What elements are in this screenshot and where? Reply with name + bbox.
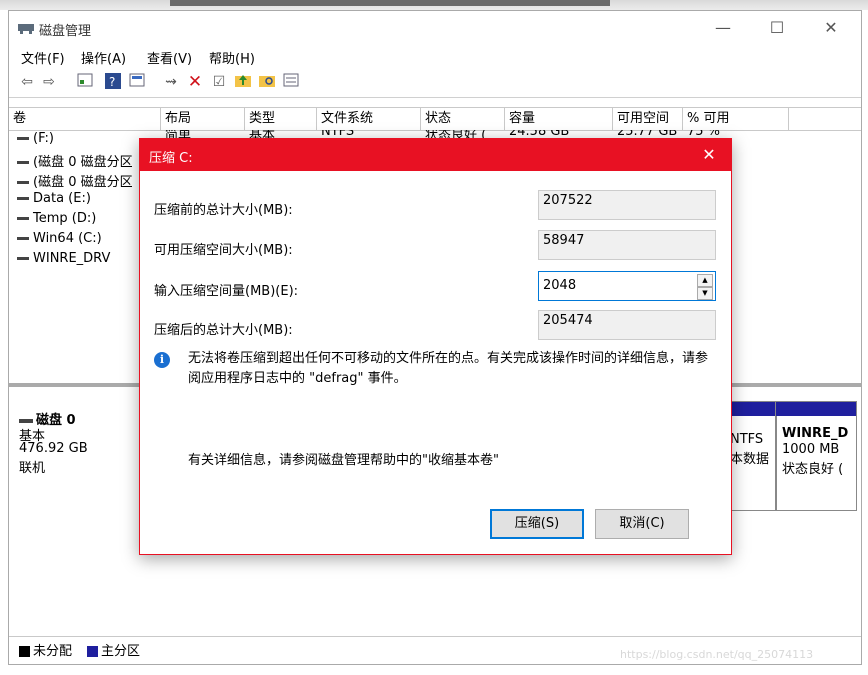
- input-label: 输入压缩空间量(MB)(E):: [154, 284, 299, 299]
- dialog-title: 压缩 C:: [149, 151, 193, 166]
- folder-up-icon[interactable]: [233, 73, 253, 91]
- dialog-close-button[interactable]: ✕: [697, 143, 721, 167]
- list-item[interactable]: Temp (D:): [9, 211, 139, 229]
- volume-icon: [17, 257, 29, 260]
- disk-info: 磁盘 0 基本 476.92 GB 联机: [9, 399, 139, 499]
- available-value: 58947: [538, 230, 716, 260]
- toolbar: ⇦ ⇨ ? ⇝ ✕ ☑: [9, 67, 861, 98]
- close-window-button[interactable]: ✕: [809, 15, 853, 41]
- volume-table-header: 卷 布局 类型 文件系统 状态 容量 可用空间 % 可用: [9, 107, 861, 131]
- legend-swatch: [19, 646, 30, 657]
- menu-action[interactable]: 操作(A): [81, 48, 126, 67]
- shrink-amount-field[interactable]: ▲ ▼: [538, 271, 716, 301]
- cancel-button[interactable]: 取消(C): [595, 509, 689, 539]
- legend-swatch: [87, 646, 98, 657]
- folder-search-icon[interactable]: [257, 73, 277, 91]
- volume-icon: [17, 217, 29, 220]
- total-before-value: 207522: [538, 190, 716, 220]
- disk-icon: [19, 418, 33, 423]
- list-item[interactable]: Win64 (C:): [9, 231, 139, 249]
- menu-file[interactable]: 文件(F): [21, 48, 65, 67]
- window-title: 磁盘管理: [39, 24, 92, 39]
- connect-icon[interactable]: ⇝: [161, 73, 181, 91]
- partition-bar: [728, 402, 776, 416]
- spin-up-icon[interactable]: ▲: [697, 274, 713, 287]
- delete-icon[interactable]: ✕: [185, 73, 205, 91]
- properties-icon[interactable]: [75, 73, 95, 91]
- view-icon[interactable]: [127, 73, 147, 91]
- total-before-label: 压缩前的总计大小(MB):: [154, 203, 293, 218]
- disk-status: 联机: [19, 461, 46, 476]
- partition-bar: [776, 402, 856, 416]
- volume-icon: [17, 137, 29, 140]
- list-item[interactable]: (磁盘 0 磁盘分区: [9, 151, 139, 169]
- col-filesystem[interactable]: 文件系统: [317, 108, 421, 130]
- col-free-space[interactable]: 可用空间: [613, 108, 683, 130]
- forward-arrow-icon[interactable]: ⇨: [39, 73, 59, 91]
- col-capacity[interactable]: 容量: [505, 108, 613, 130]
- help-icon[interactable]: ?: [103, 73, 123, 91]
- shrink-amount-input[interactable]: [539, 272, 697, 298]
- watermark: https://blog.csdn.net/qq_25074113: [620, 648, 814, 661]
- col-type[interactable]: 类型: [245, 108, 317, 130]
- available-label: 可用压缩空间大小(MB):: [154, 243, 293, 258]
- checklist-icon[interactable]: ☑: [209, 73, 229, 91]
- list-item[interactable]: (F:): [9, 131, 139, 149]
- menu-bar: 文件(F) 操作(A) 查看(V) 帮助(H): [9, 45, 861, 67]
- disk-management-icon: [18, 24, 34, 34]
- list-item[interactable]: WINRE_DRV: [9, 251, 139, 269]
- list-view-icon[interactable]: [281, 73, 301, 91]
- menu-view[interactable]: 查看(V): [147, 48, 192, 67]
- quantity-stepper[interactable]: ▲ ▼: [697, 274, 713, 300]
- total-after-value: 205474: [538, 310, 716, 340]
- menu-help[interactable]: 帮助(H): [209, 48, 255, 67]
- volume-icon: [17, 197, 29, 200]
- shrink-button[interactable]: 压缩(S): [490, 509, 584, 539]
- spin-down-icon[interactable]: ▼: [697, 287, 713, 300]
- total-after-label: 压缩后的总计大小(MB):: [154, 323, 293, 338]
- volume-icon: [17, 237, 29, 240]
- shrink-dialog: 压缩 C: ✕ 压缩前的总计大小(MB): 207522 可用压缩空间大小(MB…: [139, 138, 732, 555]
- volume-icon: [17, 161, 29, 164]
- background-strip: [0, 0, 868, 10]
- back-arrow-icon[interactable]: ⇦: [17, 73, 37, 91]
- info-text: 无法将卷压缩到超出任何不可移动的文件所在的点。有关完成该操作时间的详细信息，请参…: [188, 351, 709, 386]
- partition-winre[interactable]: WINRE_D 1000 MB 状态良好 (: [775, 401, 857, 511]
- disk-size: 476.92 GB: [19, 441, 88, 456]
- legend-unallocated: 未分配: [19, 640, 72, 659]
- partition-block[interactable]: NTFS 本数据: [727, 401, 777, 511]
- help-text: 有关详细信息，请参阅磁盘管理帮助中的"收缩基本卷": [188, 453, 499, 468]
- info-icon: i: [154, 352, 170, 368]
- col-percent-free[interactable]: % 可用: [683, 108, 789, 130]
- list-item[interactable]: Data (E:): [9, 191, 139, 209]
- col-layout[interactable]: 布局: [161, 108, 245, 130]
- minimize-button[interactable]: —: [701, 15, 745, 41]
- volume-icon: [17, 181, 29, 184]
- maximize-button[interactable]: ☐: [755, 15, 799, 41]
- col-status[interactable]: 状态: [421, 108, 505, 130]
- legend-primary: 主分区: [87, 640, 140, 659]
- svg-text:?: ?: [109, 75, 115, 89]
- dialog-title-bar: 压缩 C: ✕: [140, 139, 731, 171]
- list-item[interactable]: (磁盘 0 磁盘分区: [9, 171, 139, 189]
- col-volume[interactable]: 卷: [9, 108, 161, 130]
- title-bar: 磁盘管理 — ☐ ✕: [9, 11, 861, 45]
